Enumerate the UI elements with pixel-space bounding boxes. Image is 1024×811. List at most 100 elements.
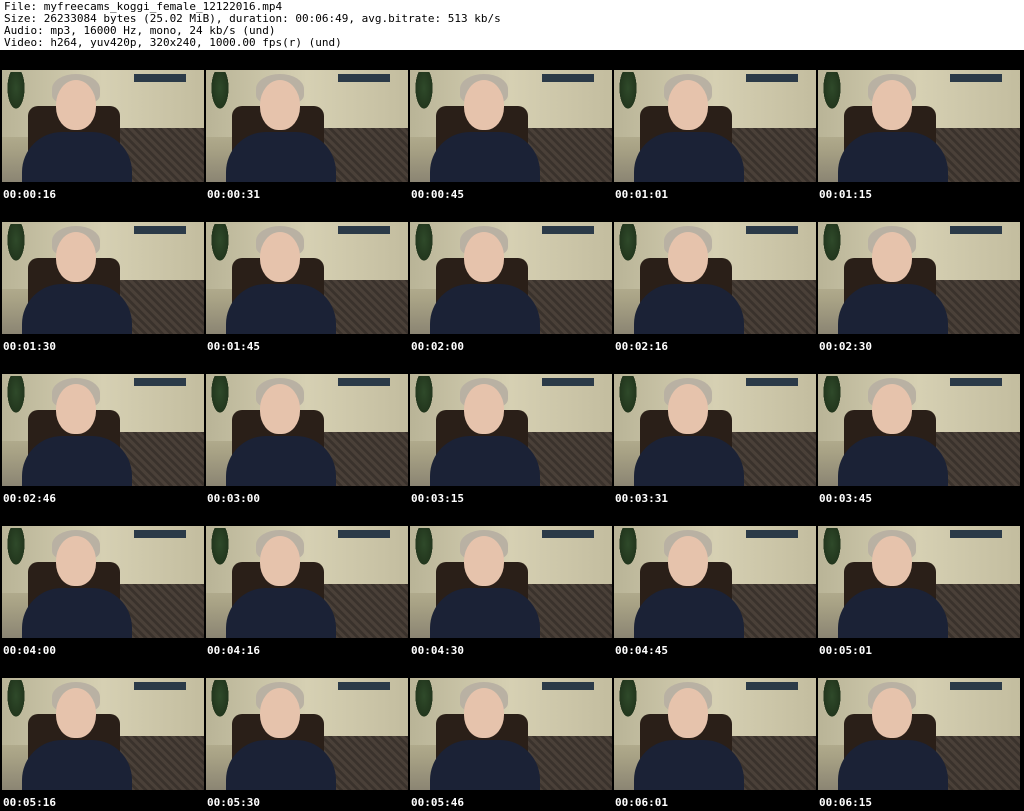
frame-body [22,132,132,182]
frame-frame [338,682,390,690]
frame-tree [822,224,842,264]
video-frame-thumbnail [614,222,816,334]
video-frame-thumbnail [410,374,612,486]
video-frame-thumbnail [818,222,1020,334]
video-frame-thumbnail [410,70,612,182]
thumbnail-cell: 00:04:00 [0,506,204,658]
timestamp-label: 00:00:16 [3,188,56,201]
frame-tree [210,72,230,112]
frame-head [260,536,300,586]
thumbnail-cell: 00:03:31 [612,354,816,506]
frame-frame [134,226,186,234]
frame-head [872,536,912,586]
frame-head [56,688,96,738]
thumbnail-cell: 00:01:30 [0,202,204,354]
frame-tree [6,72,26,112]
frame-tree [822,72,842,112]
frame-head [260,80,300,130]
frame-tree [822,376,842,416]
frame-tree [414,224,434,264]
timestamp-label: 00:02:46 [3,492,56,505]
timestamp-label: 00:01:45 [207,340,260,353]
timestamp-label: 00:03:15 [411,492,464,505]
frame-frame [338,74,390,82]
frame-body [226,588,336,638]
video-frame-thumbnail [2,222,204,334]
timestamp-label: 00:04:45 [615,644,668,657]
frame-tree [822,680,842,720]
video-frame-thumbnail [818,70,1020,182]
frame-tree [618,72,638,112]
frame-tree [618,528,638,568]
timestamp-label: 00:02:00 [411,340,464,353]
frame-tree [210,376,230,416]
thumbnail-cell: 00:05:01 [816,506,1020,658]
frame-tree [618,376,638,416]
frame-body [430,132,540,182]
timestamp-label: 00:00:31 [207,188,260,201]
frame-tree [414,528,434,568]
frame-tree [6,224,26,264]
timestamp-label: 00:03:31 [615,492,668,505]
timestamp-label: 00:02:30 [819,340,872,353]
frame-body [838,740,948,790]
frame-head [464,80,504,130]
frame-frame [746,226,798,234]
frame-head [56,384,96,434]
thumbnail-cell: 00:02:30 [816,202,1020,354]
video-frame-thumbnail [2,374,204,486]
timestamp-label: 00:04:16 [207,644,260,657]
frame-frame [542,378,594,386]
frame-body [430,588,540,638]
frame-head [872,232,912,282]
video-frame-thumbnail [614,70,816,182]
timestamp-label: 00:03:00 [207,492,260,505]
frame-body [634,132,744,182]
frame-tree [414,376,434,416]
frame-head [464,384,504,434]
thumbnail-cell: 00:03:45 [816,354,1020,506]
frame-body [430,740,540,790]
frame-head [260,232,300,282]
frame-tree [618,680,638,720]
frame-tree [414,680,434,720]
frame-body [226,436,336,486]
frame-frame [746,530,798,538]
frame-frame [338,378,390,386]
frame-frame [950,226,1002,234]
thumbnail-cell: 00:00:16 [0,50,204,202]
frame-head [56,536,96,586]
frame-frame [134,378,186,386]
thumbnail-cell: 00:02:00 [408,202,612,354]
frame-frame [542,226,594,234]
frame-head [668,80,708,130]
frame-tree [210,680,230,720]
timestamp-label: 00:05:01 [819,644,872,657]
video-frame-thumbnail [206,526,408,638]
frame-frame [950,682,1002,690]
frame-body [22,588,132,638]
frame-tree [6,680,26,720]
video-frame-thumbnail [206,678,408,790]
frame-body [430,436,540,486]
frame-frame [746,378,798,386]
frame-body [226,284,336,334]
frame-head [260,384,300,434]
frame-frame [338,530,390,538]
frame-frame [134,530,186,538]
frame-head [56,232,96,282]
frame-body [22,284,132,334]
video-frame-thumbnail [614,526,816,638]
frame-frame [338,226,390,234]
timestamp-label: 00:06:01 [615,796,668,809]
frame-body [634,588,744,638]
frame-body [838,284,948,334]
frame-body [838,436,948,486]
video-frame-thumbnail [410,678,612,790]
timestamp-label: 00:06:15 [819,796,872,809]
thumbnail-cell: 00:05:16 [0,658,204,810]
thumbnail-cell: 00:04:30 [408,506,612,658]
thumbnail-cell: 00:03:00 [204,354,408,506]
frame-head [872,80,912,130]
video-frame-thumbnail [206,222,408,334]
